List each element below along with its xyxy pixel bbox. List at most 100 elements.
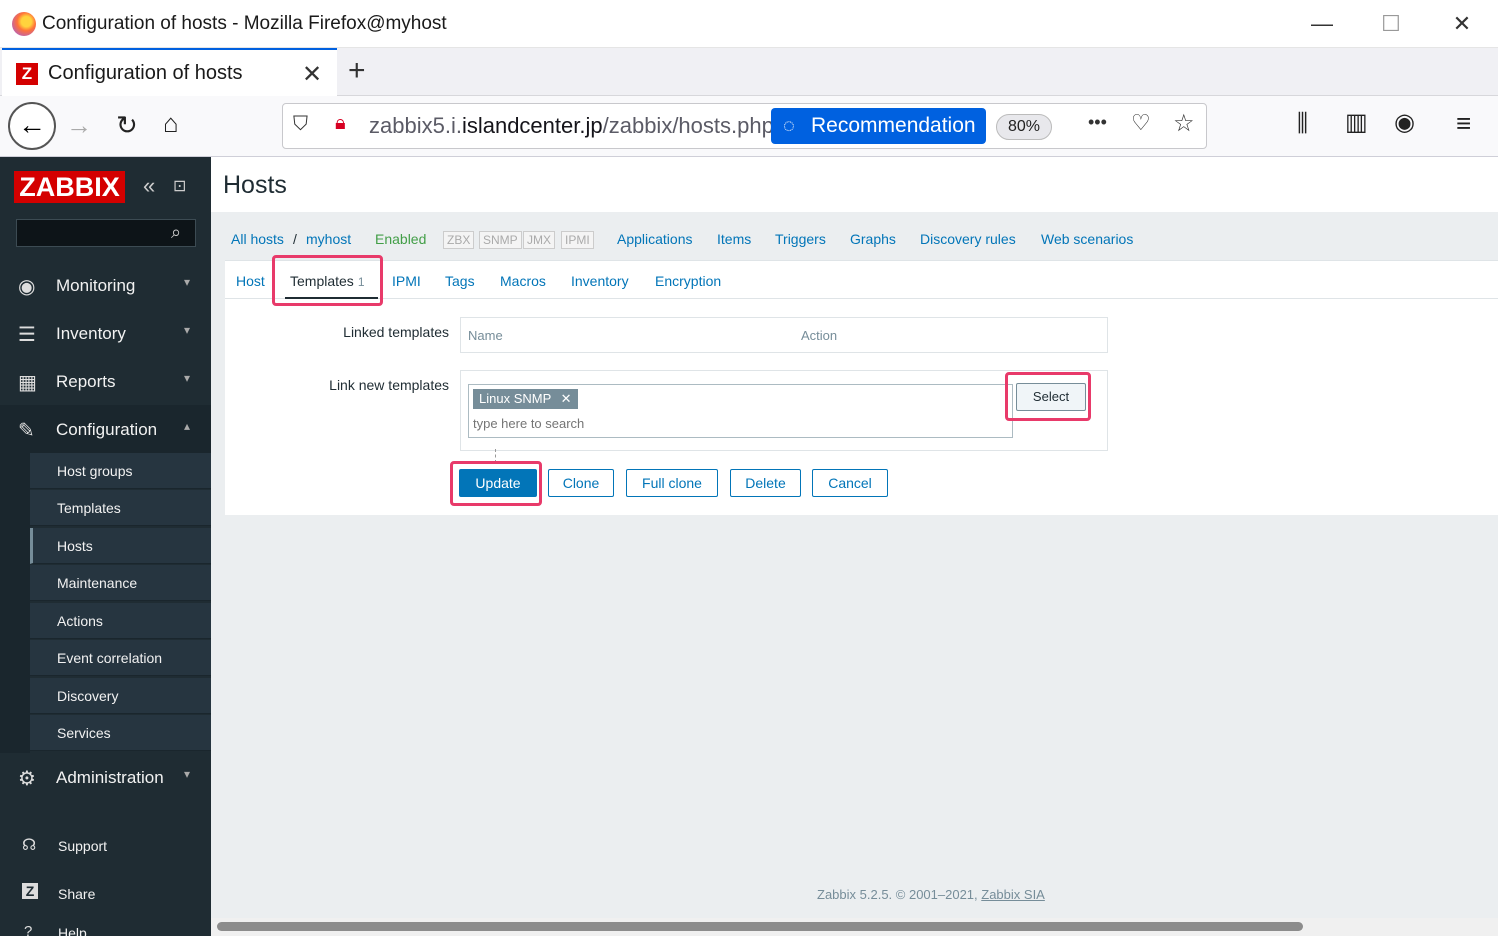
menu-share[interactable]: Z Share	[0, 871, 211, 919]
menu-inventory[interactable]: ☰ Inventory ▾	[0, 309, 211, 357]
url-domain: islandcenter.jp	[461, 113, 603, 138]
collapse-sidebar-icon[interactable]: «	[143, 173, 155, 199]
kiosk-mode-icon[interactable]: ⊡	[173, 176, 186, 196]
recommendation-button[interactable]: ◌ Recommendation	[771, 108, 986, 144]
link-new-templates-label: Link new templates	[329, 377, 449, 393]
window-titlebar: Configuration of hosts - Mozilla Firefox…	[0, 0, 1498, 48]
zoom-indicator[interactable]: 80%	[996, 114, 1052, 140]
chip-remove-icon[interactable]: ✕	[561, 391, 572, 406]
account-icon[interactable]: ◉	[1394, 108, 1415, 137]
browser-tab[interactable]: Z Configuration of hosts ✕	[2, 48, 337, 96]
tab-encryption[interactable]: Encryption	[655, 273, 721, 289]
close-window-button[interactable]: ✕	[1442, 8, 1482, 40]
menu-configuration[interactable]: ✎ Configuration ▴	[0, 405, 211, 453]
maximize-button[interactable]: ☐	[1371, 8, 1411, 40]
linked-templates-label: Linked templates	[343, 324, 449, 340]
submenu-discovery[interactable]: Discovery	[30, 678, 211, 714]
footer-link[interactable]: Zabbix SIA	[981, 887, 1045, 902]
chevron-down-icon: ▾	[184, 371, 191, 385]
zabbix-logo[interactable]: ZABBIX	[14, 171, 125, 203]
new-tab-button[interactable]: +	[348, 54, 366, 88]
sidebar-toggle-icon[interactable]: ▥	[1345, 108, 1368, 137]
home-button[interactable]: ⌂	[163, 108, 179, 139]
delete-button[interactable]: Delete	[730, 469, 801, 497]
selected-template-chip: Linux SNMP ✕	[473, 389, 578, 409]
sidebar-search-input[interactable]: ⌕	[16, 219, 196, 247]
submenu-services[interactable]: Services	[30, 715, 211, 751]
firefox-icon	[12, 12, 36, 36]
cancel-button[interactable]: Cancel	[812, 469, 888, 497]
search-icon[interactable]: ⌕	[171, 222, 181, 243]
tab-inventory[interactable]: Inventory	[571, 273, 629, 289]
template-search-input[interactable]	[473, 413, 1003, 433]
breadcrumb-host[interactable]: myhost	[306, 231, 351, 247]
link-graphs[interactable]: Graphs	[850, 231, 896, 247]
clone-button[interactable]: Clone	[548, 469, 614, 497]
navigation-toolbar: ← → ↻ ⌂ ⛉ 🔒︎ zabbix5.i.islandcenter.jp/z…	[0, 96, 1498, 157]
availability-zbx: ZBX	[443, 231, 475, 249]
tab-close-icon[interactable]: ✕	[302, 60, 322, 89]
minimize-button[interactable]: —	[1302, 8, 1342, 40]
footer-text: Zabbix 5.2.5. © 2001–2021,	[817, 887, 982, 902]
link-triggers[interactable]: Triggers	[775, 231, 826, 247]
url-text[interactable]: zabbix5.i.islandcenter.jp/zabbix/hosts.p…	[369, 113, 774, 139]
submenu-maintenance[interactable]: Maintenance	[30, 565, 211, 601]
submenu-event-correlation[interactable]: Event correlation	[30, 640, 211, 676]
link-applications[interactable]: Applications	[617, 231, 693, 247]
menu-reports[interactable]: ▦ Reports ▾	[0, 357, 211, 405]
submenu-templates[interactable]: Templates	[30, 490, 211, 526]
link-web-scenarios[interactable]: Web scenarios	[1041, 231, 1133, 247]
submenu-label: Templates	[57, 500, 121, 516]
submenu-host-groups[interactable]: Host groups	[30, 453, 211, 489]
submenu-gutter	[0, 453, 30, 753]
scrollbar-thumb[interactable]	[217, 922, 1303, 931]
url-bar[interactable]: ⛉ 🔒︎ zabbix5.i.islandcenter.jp/zabbix/ho…	[282, 103, 1207, 149]
menu-label: Administration	[56, 768, 164, 787]
availability-jmx: JMX	[523, 231, 555, 249]
more-actions-icon[interactable]: •••	[1088, 112, 1107, 133]
update-highlight	[450, 461, 542, 506]
library-icon[interactable]: ⫼	[1297, 110, 1308, 138]
menu-support[interactable]: ☊ Support	[0, 823, 211, 871]
chevron-down-icon: ▾	[184, 323, 191, 337]
bookmark-star-icon[interactable]: ☆	[1173, 109, 1195, 138]
reload-button[interactable]: ↻	[116, 110, 138, 141]
forward-button[interactable]: →	[66, 110, 92, 141]
availability-ipmi: IPMI	[561, 231, 594, 249]
chevron-down-icon: ▾	[184, 275, 191, 289]
submenu-hosts[interactable]: Hosts	[30, 528, 211, 564]
breadcrumb-separator: /	[293, 231, 297, 247]
breadcrumb-all-hosts[interactable]: All hosts	[231, 231, 284, 247]
tab-ipmi[interactable]: IPMI	[392, 273, 421, 289]
availability-snmp: SNMP	[479, 231, 522, 249]
template-multiselect[interactable]: Linux SNMP ✕	[468, 384, 1013, 438]
list-icon: ☰	[18, 324, 36, 346]
tab-host[interactable]: Host	[236, 273, 265, 289]
insecure-lock-icon[interactable]: 🔒︎	[335, 112, 346, 135]
submenu-actions[interactable]: Actions	[30, 603, 211, 639]
tab-macros[interactable]: Macros	[500, 273, 546, 289]
back-button[interactable]: ←	[8, 102, 56, 150]
pocket-icon[interactable]: ♡	[1131, 110, 1151, 136]
menu-help[interactable]: ? Help	[0, 913, 211, 936]
full-clone-button[interactable]: Full clone	[626, 469, 718, 497]
headset-icon: ☊	[22, 837, 37, 854]
shield-icon[interactable]: ⛉	[293, 113, 308, 136]
host-status-enabled[interactable]: Enabled	[375, 231, 426, 247]
menu-monitoring[interactable]: ◉ Monitoring ▾	[0, 261, 211, 309]
bar-chart-icon: ▦	[18, 372, 37, 394]
hamburger-menu-icon[interactable]: ≡	[1456, 108, 1471, 139]
menu-label: Reports	[56, 372, 116, 391]
tab-tags[interactable]: Tags	[445, 273, 475, 289]
submenu-label: Hosts	[57, 538, 93, 554]
horizontal-scrollbar[interactable]	[211, 918, 1498, 936]
menu-administration[interactable]: ⚙ Administration ▾	[0, 753, 211, 801]
help-icon: ?	[24, 923, 33, 936]
link-items[interactable]: Items	[717, 231, 751, 247]
link-discovery-rules[interactable]: Discovery rules	[920, 231, 1016, 247]
submenu-label: Maintenance	[57, 575, 138, 591]
recommendation-label: Recommendation	[811, 114, 976, 137]
menu-label: Monitoring	[56, 276, 136, 295]
zabbix-favicon-icon: Z	[16, 63, 38, 85]
url-prefix: zabbix5.i.	[369, 113, 462, 138]
